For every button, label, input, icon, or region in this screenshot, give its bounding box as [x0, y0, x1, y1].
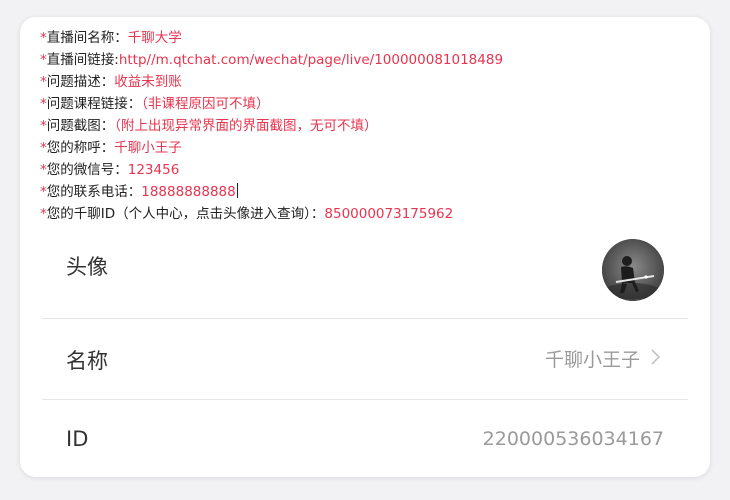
form-label: 您的千聊ID（个人中心，点击头像进入查询）：: [46, 206, 325, 222]
form-value: 千聊小王子: [114, 140, 182, 156]
required-star: *: [40, 30, 47, 46]
required-star: *: [40, 52, 47, 68]
form-line-problem-desc: *问题描述：收益未到账: [40, 71, 700, 93]
form-value: http//m.qtchat.com/wechat/page/live/1000…: [118, 52, 504, 68]
name-label: 名称: [66, 349, 108, 373]
profile-card: *直播间名称：千聊大学 *直播间链接:http//m.qtchat.com/we…: [20, 17, 710, 477]
required-star: *: [40, 118, 47, 134]
avatar-image: [602, 239, 664, 301]
required-star: *: [40, 162, 47, 178]
form-value: （附上出现异常界面的界面截图，无可不填）: [114, 118, 378, 134]
form-value: 123456: [127, 162, 180, 178]
form-line-phone: *您的联系电话：18888888888: [40, 181, 700, 203]
form-value: 850000073175962: [324, 206, 454, 222]
required-star: *: [40, 96, 47, 112]
form-line-nickname: *您的称呼：千聊小王子: [40, 137, 700, 159]
id-label: ID: [66, 427, 89, 451]
form-label: 直播间链接:: [46, 52, 119, 68]
form-label: 问题截图：: [46, 118, 115, 134]
feedback-form-text[interactable]: *直播间名称：千聊大学 *直播间链接:http//m.qtchat.com/we…: [40, 27, 700, 225]
required-star: *: [40, 74, 47, 90]
form-line-room-name: *直播间名称：千聊大学: [40, 27, 700, 49]
form-value: 18888888888: [141, 184, 236, 200]
form-label: 您的称呼：: [46, 140, 115, 156]
chevron-right-icon: [651, 349, 661, 365]
form-label: 问题课程链接：: [46, 96, 142, 112]
form-label: 问题描述：: [46, 74, 115, 90]
id-row: ID 220000536034167: [42, 400, 688, 477]
required-star: *: [40, 184, 47, 200]
form-value: 收益未到账: [114, 74, 182, 90]
form-label: 您的联系电话：: [46, 184, 142, 200]
name-value: 千聊小王子: [544, 349, 640, 371]
profile-rows: 头像 名称 千聊小王子 ID 220000536034167: [42, 239, 688, 477]
required-star: *: [40, 206, 47, 222]
form-line-wechat-id: *您的微信号：123456: [40, 159, 700, 181]
name-row[interactable]: 名称 千聊小王子: [42, 319, 688, 400]
form-label: 您的微信号：: [46, 162, 128, 178]
form-line-room-link: *直播间链接:http//m.qtchat.com/wechat/page/li…: [40, 49, 700, 71]
form-line-course-link: *问题课程链接：（非课程原因可不填）: [40, 93, 700, 115]
form-value: 千聊大学: [127, 30, 182, 46]
avatar-row[interactable]: 头像: [42, 239, 688, 319]
avatar[interactable]: [602, 239, 664, 301]
text-cursor: [236, 183, 238, 198]
id-value: 220000536034167: [482, 428, 664, 450]
form-value: （非课程原因可不填）: [141, 96, 270, 112]
form-label: 直播间名称：: [46, 30, 128, 46]
form-line-qianliao-id: *您的千聊ID（个人中心，点击头像进入查询）：850000073175962: [40, 203, 700, 225]
required-star: *: [40, 140, 47, 156]
form-line-screenshot: *问题截图：（附上出现异常界面的界面截图，无可不填）: [40, 115, 700, 137]
avatar-label: 头像: [66, 255, 108, 279]
